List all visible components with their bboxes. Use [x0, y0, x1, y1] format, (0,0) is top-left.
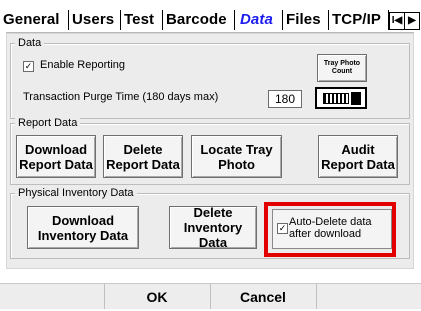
- keyboard-keys-icon: [323, 93, 349, 104]
- tab-data[interactable]: Data: [240, 8, 273, 32]
- keyboard-pad-icon: [351, 92, 361, 105]
- tab-scroll-right-icon[interactable]: ▶: [404, 12, 420, 30]
- locate-tray-photo-button[interactable]: Locate Tray Photo: [191, 135, 282, 178]
- footer-separator: [316, 284, 317, 309]
- auto-delete-option[interactable]: ✓ Auto-Delete data after download: [272, 209, 392, 249]
- keyboard-icon[interactable]: [315, 87, 367, 109]
- download-report-data-button[interactable]: Download Report Data: [16, 135, 96, 178]
- tab-separator: [162, 10, 163, 30]
- auto-delete-checkbox[interactable]: ✓: [277, 223, 288, 234]
- download-inventory-data-button[interactable]: Download Inventory Data: [27, 206, 139, 249]
- cancel-button[interactable]: Cancel: [210, 284, 316, 309]
- purge-time-input[interactable]: 180: [268, 90, 302, 108]
- tab-files[interactable]: Files: [286, 8, 321, 32]
- purge-time-label: Transaction Purge Time (180 days max): [23, 91, 219, 103]
- auto-delete-label: Auto-Delete data after download: [289, 216, 372, 240]
- dialog-footer: OK Cancel: [0, 283, 421, 309]
- audit-report-data-button[interactable]: Audit Report Data: [318, 135, 398, 178]
- tab-separator: [234, 10, 235, 30]
- tab-barcode[interactable]: Barcode: [166, 8, 227, 32]
- tab-general[interactable]: General: [3, 8, 60, 32]
- report-data-group-title: Report Data: [15, 116, 81, 130]
- data-group: Data ✓ Enable Reporting Tray Photo Count…: [10, 36, 410, 119]
- delete-inventory-data-button[interactable]: Delete Inventory Data: [169, 205, 257, 250]
- tab-bar: General Users Test Barcode Data Files TC…: [2, 0, 421, 34]
- tray-photo-count-button[interactable]: Tray Photo Count: [317, 54, 367, 82]
- enable-reporting-label: Enable Reporting: [40, 59, 126, 71]
- ok-button[interactable]: OK: [104, 284, 210, 309]
- enable-reporting-checkbox[interactable]: ✓: [23, 61, 34, 72]
- tab-separator: [120, 10, 121, 30]
- tab-test[interactable]: Test: [124, 8, 154, 32]
- physical-inventory-group: Physical Inventory Data Download Invento…: [10, 186, 410, 259]
- tab-tcpip[interactable]: TCP/IP: [332, 8, 381, 32]
- tab-scroll-left-icon[interactable]: I◀: [389, 12, 405, 30]
- tab-separator: [328, 10, 329, 30]
- tab-users[interactable]: Users: [72, 8, 114, 32]
- data-tab-panel: Data ✓ Enable Reporting Tray Photo Count…: [6, 32, 414, 269]
- delete-report-data-button[interactable]: Delete Report Data: [103, 135, 183, 178]
- tab-separator: [68, 10, 69, 30]
- tab-separator: [282, 10, 283, 30]
- report-data-group: Report Data Download Report Data Delete …: [10, 116, 410, 185]
- data-group-title: Data: [15, 36, 45, 50]
- physical-inventory-group-title: Physical Inventory Data: [15, 186, 137, 200]
